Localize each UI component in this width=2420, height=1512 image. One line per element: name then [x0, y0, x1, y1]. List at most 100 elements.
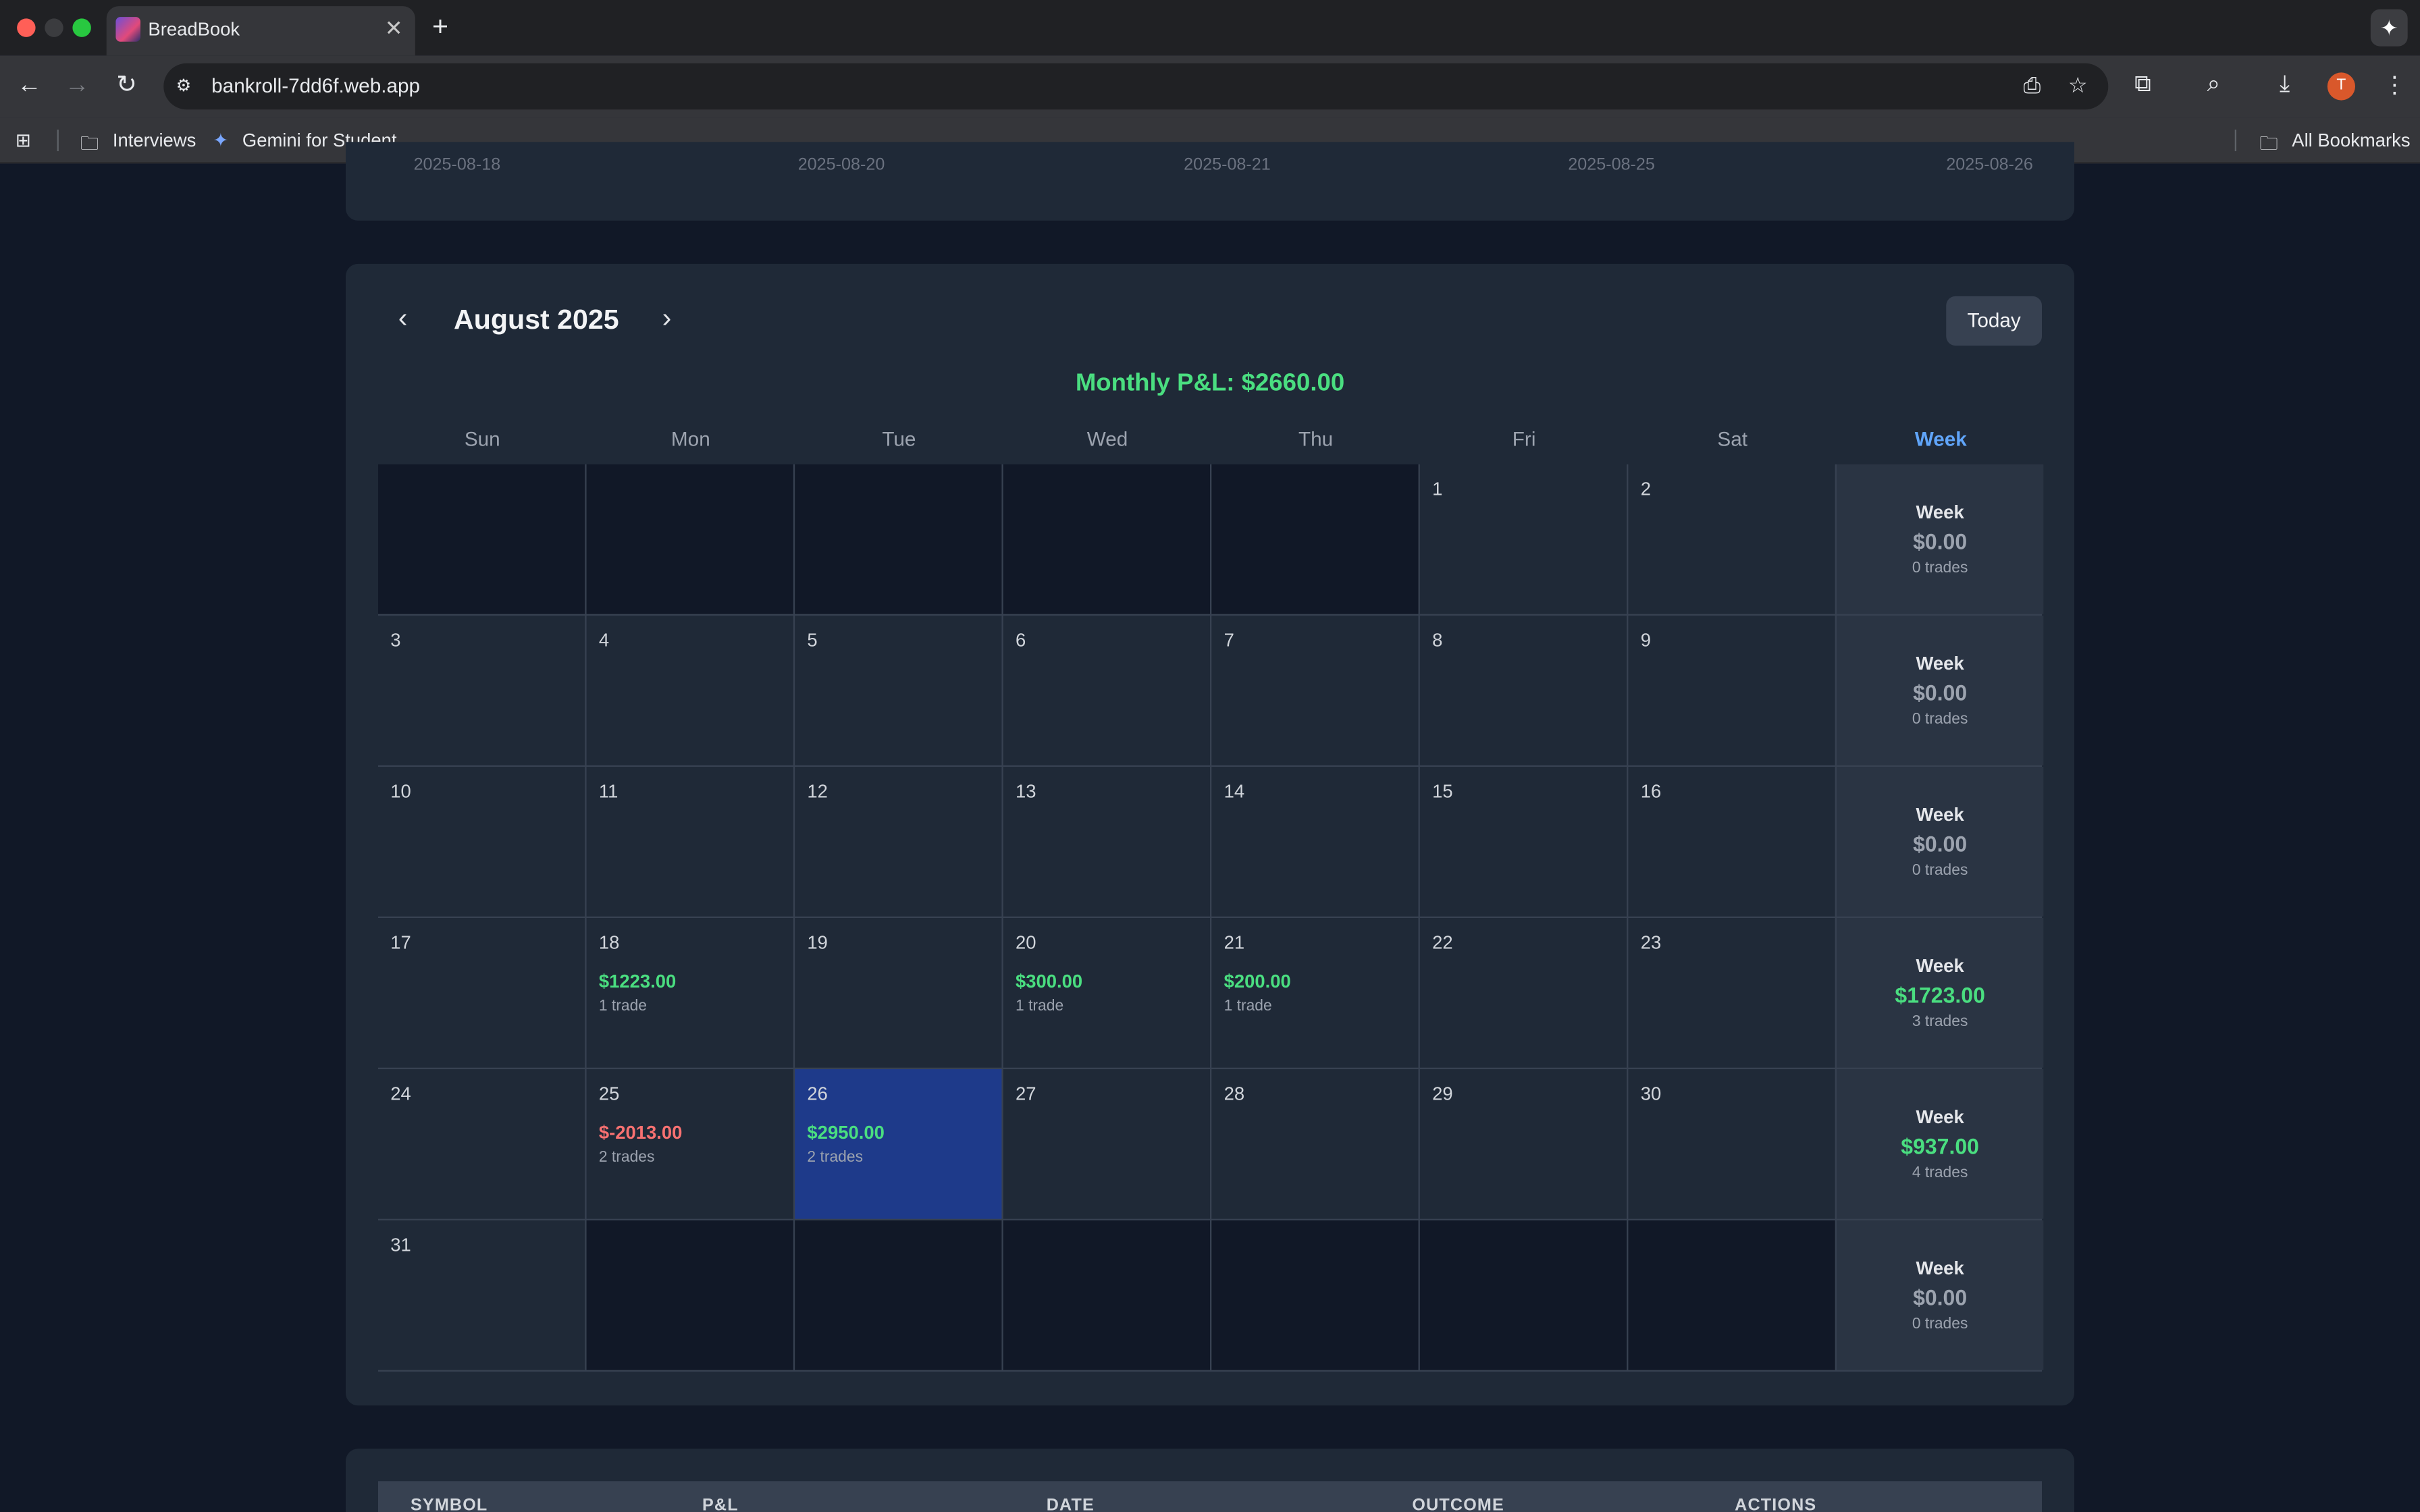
x-axis-tick-label: 2025-08-26: [1946, 155, 2033, 175]
tab-title: BreadBook: [148, 18, 240, 40]
week-summary-pnl: $1723.00: [1895, 983, 1985, 1008]
folder-icon: 🗀: [80, 132, 99, 155]
profile-avatar[interactable]: T: [2327, 72, 2356, 101]
calendar-day-cell[interactable]: 21 $200.00 1 trade: [1211, 918, 1419, 1068]
calendar-day-cell[interactable]: 8: [1419, 616, 1627, 765]
day-number: 5: [807, 629, 818, 651]
calendar-day-cell[interactable]: 15: [1419, 767, 1627, 917]
calendar-day-cell[interactable]: 23: [1628, 918, 1835, 1068]
calendar-day-cell[interactable]: 29: [1419, 1069, 1627, 1219]
calendar-empty-cell: [795, 1220, 1002, 1370]
day-trade-count: 1 trade: [1224, 998, 1272, 1016]
day-number: 2: [1640, 478, 1651, 500]
prev-month-chevron-icon[interactable]: ‹: [388, 302, 419, 335]
weekday-header-week: Week: [1914, 427, 1967, 451]
gemini-sparkle-icon[interactable]: ✦: [2370, 9, 2408, 47]
calendar-day-cell[interactable]: 6: [1003, 616, 1211, 765]
calendar-day-cell[interactable]: 19: [795, 918, 1002, 1068]
calendar-day-cell[interactable]: 25 $-2013.00 2 trades: [586, 1069, 793, 1219]
calendar-day-cell[interactable]: 11: [586, 767, 793, 917]
day-trade-count: 2 trades: [598, 1149, 655, 1167]
calendar-day-cell[interactable]: 22: [1419, 918, 1627, 1068]
bookmarks-divider: [57, 130, 59, 152]
day-number: 14: [1224, 780, 1245, 803]
calendar-day-cell[interactable]: 9: [1628, 616, 1835, 765]
extensions-icon[interactable]: ⧉: [2134, 71, 2151, 97]
calendar-day-cell[interactable]: 10: [378, 767, 585, 917]
week-summary-pnl: $0.00: [1913, 1285, 1968, 1310]
calendar-day-cell[interactable]: 4: [586, 616, 793, 765]
day-number: 7: [1224, 629, 1234, 651]
day-number: 3: [390, 629, 401, 651]
week-summary-trades: 0 trades: [1912, 560, 1968, 577]
calendar-empty-cell: [1003, 1220, 1211, 1370]
more-menu-icon[interactable]: ⋮: [2383, 71, 2406, 99]
x-axis-tick-label: 2025-08-21: [1184, 155, 1271, 175]
apps-grid-icon[interactable]: ⊞: [16, 130, 31, 151]
calendar-day-cell[interactable]: 30: [1628, 1069, 1835, 1219]
site-settings-icon[interactable]: ⚙: [176, 76, 198, 97]
calendar-day-cell[interactable]: 2: [1628, 464, 1835, 614]
day-number: 16: [1640, 780, 1662, 803]
day-number: 18: [598, 932, 620, 954]
calendar-day-cell[interactable]: 28: [1211, 1069, 1419, 1219]
install-app-icon[interactable]: ⎙: [2024, 72, 2041, 99]
week-summary-cell: Week $1723.00 3 trades: [1837, 918, 2044, 1068]
forward-arrow-icon[interactable]: →: [60, 70, 94, 103]
x-axis-tick-label: 2025-08-18: [413, 155, 501, 175]
new-tab-icon[interactable]: +: [432, 11, 448, 43]
weekday-header-wed: Wed: [1086, 427, 1128, 451]
day-number: 31: [390, 1234, 411, 1256]
week-summary-trades: 3 trades: [1912, 1013, 1968, 1031]
week-summary-cell: Week $937.00 4 trades: [1837, 1069, 2044, 1219]
calendar-day-cell[interactable]: 17: [378, 918, 585, 1068]
url-text[interactable]: bankroll-7dd6f.web.app: [211, 74, 420, 97]
week-summary-pnl: $937.00: [1901, 1134, 1979, 1159]
day-number: 13: [1016, 780, 1036, 803]
calendar-day-cell[interactable]: 5: [795, 616, 1002, 765]
day-number: 11: [598, 780, 619, 803]
calendar-day-cell[interactable]: 12: [795, 767, 1002, 917]
day-number: 22: [1432, 932, 1453, 954]
search-tabs-icon[interactable]: ⌕: [2207, 71, 2220, 97]
week-summary-label: Week: [1916, 501, 1964, 523]
calendar-day-cell[interactable]: 27: [1003, 1069, 1211, 1219]
calendar-empty-cell: [586, 1220, 793, 1370]
table-header-date: DATE: [1046, 1496, 1095, 1512]
reload-icon[interactable]: ↻: [109, 70, 143, 103]
minimize-window-button[interactable]: [45, 18, 63, 37]
today-button[interactable]: Today: [1946, 296, 2043, 346]
calendar-day-cell[interactable]: 7: [1211, 616, 1419, 765]
calendar-day-cell[interactable]: 1: [1419, 464, 1627, 614]
close-tab-icon[interactable]: ✕: [385, 16, 403, 42]
calendar-day-cell[interactable]: 20 $300.00 1 trade: [1003, 918, 1211, 1068]
calendar-day-cell[interactable]: 13: [1003, 767, 1211, 917]
bookmark-star-icon[interactable]: ☆: [2068, 72, 2088, 99]
calendar-day-cell[interactable]: 18 $1223.00 1 trade: [586, 918, 793, 1068]
downloads-icon[interactable]: ⤓: [2280, 71, 2290, 97]
address-bar[interactable]: ⚙ bankroll-7dd6f.web.app ⎙ ☆: [163, 63, 2109, 110]
calendar-day-cell[interactable]: 26 $2950.00 2 trades: [795, 1069, 1002, 1219]
calendar-day-cell[interactable]: 31: [378, 1220, 585, 1370]
browser-tab-active[interactable]: BreadBook ✕: [106, 6, 415, 56]
calendar-empty-cell: [586, 464, 793, 614]
weekday-header-mon: Mon: [670, 427, 710, 451]
weekday-header-thu: Thu: [1298, 427, 1334, 451]
all-bookmarks[interactable]: All Bookmarks: [2292, 130, 2410, 151]
maximize-window-button[interactable]: [72, 18, 91, 37]
week-summary-pnl: $0.00: [1913, 680, 1968, 705]
calendar-day-cell[interactable]: 14: [1211, 767, 1419, 917]
calendar-day-cell[interactable]: 16: [1628, 767, 1835, 917]
table-header-pl: P&L: [702, 1496, 739, 1512]
back-arrow-icon[interactable]: ←: [12, 70, 46, 103]
day-number: 15: [1432, 780, 1453, 803]
day-pnl: $-2013.00: [598, 1121, 683, 1143]
week-summary-cell: Week $0.00 0 trades: [1837, 767, 2044, 917]
bookmark-interviews[interactable]: Interviews: [113, 130, 196, 151]
table-header-symbol: SYMBOL: [411, 1496, 488, 1512]
next-month-chevron-icon[interactable]: ›: [652, 302, 683, 335]
table-header-actions: ACTIONS: [1735, 1496, 1817, 1512]
calendar-day-cell[interactable]: 24: [378, 1069, 585, 1219]
calendar-day-cell[interactable]: 3: [378, 616, 585, 765]
close-window-button[interactable]: [17, 18, 36, 37]
